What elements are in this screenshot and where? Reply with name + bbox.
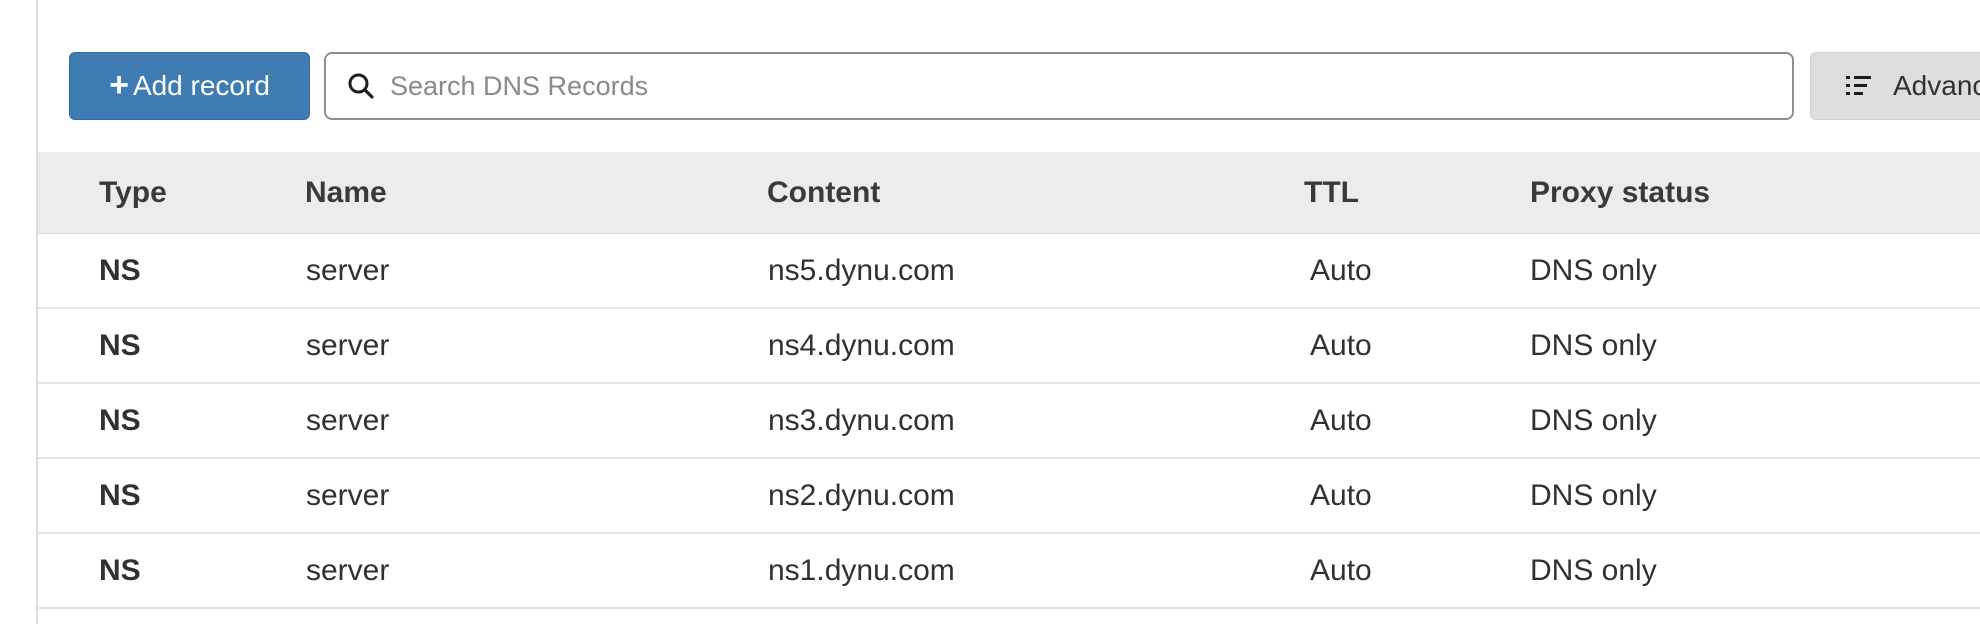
record-type: NS xyxy=(99,553,141,587)
record-type: NS xyxy=(99,253,141,287)
add-record-button[interactable]: + Add record xyxy=(69,52,310,120)
record-type: NS xyxy=(99,403,141,437)
record-ttl: Auto xyxy=(1310,253,1372,287)
search-icon xyxy=(346,71,376,101)
table-row[interactable]: NS server ns1.dynu.com Auto DNS only xyxy=(38,534,1980,609)
record-content: ns5.dynu.com xyxy=(768,253,955,287)
search-box[interactable] xyxy=(324,52,1794,120)
column-header-ttl[interactable]: TTL xyxy=(1304,152,1359,233)
search-input[interactable] xyxy=(388,69,1772,103)
record-name: server xyxy=(306,253,390,287)
record-type: NS xyxy=(99,478,141,512)
dns-toolbar: + Add record Advanced xyxy=(0,0,1980,152)
dns-records-table: Type Name Content TTL Proxy status NS se… xyxy=(38,152,1980,609)
record-name: server xyxy=(306,553,390,587)
column-header-type[interactable]: Type xyxy=(99,152,167,233)
record-ttl: Auto xyxy=(1310,328,1372,362)
record-proxy-status: DNS only xyxy=(1530,328,1657,362)
record-ttl: Auto xyxy=(1310,478,1372,512)
table-row[interactable]: NS server ns4.dynu.com Auto DNS only xyxy=(38,309,1980,384)
table-row[interactable]: NS server ns2.dynu.com Auto DNS only xyxy=(38,459,1980,534)
record-proxy-status: DNS only xyxy=(1530,553,1657,587)
list-icon xyxy=(1846,76,1871,95)
record-name: server xyxy=(306,403,390,437)
record-content: ns4.dynu.com xyxy=(768,328,955,362)
advanced-label: Advanced xyxy=(1893,70,1980,101)
table-row[interactable]: NS server ns3.dynu.com Auto DNS only xyxy=(38,384,1980,459)
dns-records-page: + Add record Advanced xyxy=(0,0,1980,624)
column-header-content[interactable]: Content xyxy=(767,152,880,233)
record-name: server xyxy=(306,328,390,362)
record-content: ns3.dynu.com xyxy=(768,403,955,437)
table-row[interactable]: NS server ns5.dynu.com Auto DNS only xyxy=(38,234,1980,309)
plus-icon: + xyxy=(109,66,129,104)
record-ttl: Auto xyxy=(1310,553,1372,587)
record-name: server xyxy=(306,478,390,512)
record-proxy-status: DNS only xyxy=(1530,253,1657,287)
advanced-button[interactable]: Advanced xyxy=(1810,52,1980,120)
record-ttl: Auto xyxy=(1310,403,1372,437)
record-proxy-status: DNS only xyxy=(1530,478,1657,512)
record-content: ns2.dynu.com xyxy=(768,478,955,512)
column-header-proxy-status[interactable]: Proxy status xyxy=(1530,152,1710,233)
record-type: NS xyxy=(99,328,141,362)
record-content: ns1.dynu.com xyxy=(768,553,955,587)
add-record-label: Add record xyxy=(132,70,270,101)
record-proxy-status: DNS only xyxy=(1530,403,1657,437)
table-header: Type Name Content TTL Proxy status xyxy=(38,152,1980,234)
column-header-name[interactable]: Name xyxy=(305,152,387,233)
